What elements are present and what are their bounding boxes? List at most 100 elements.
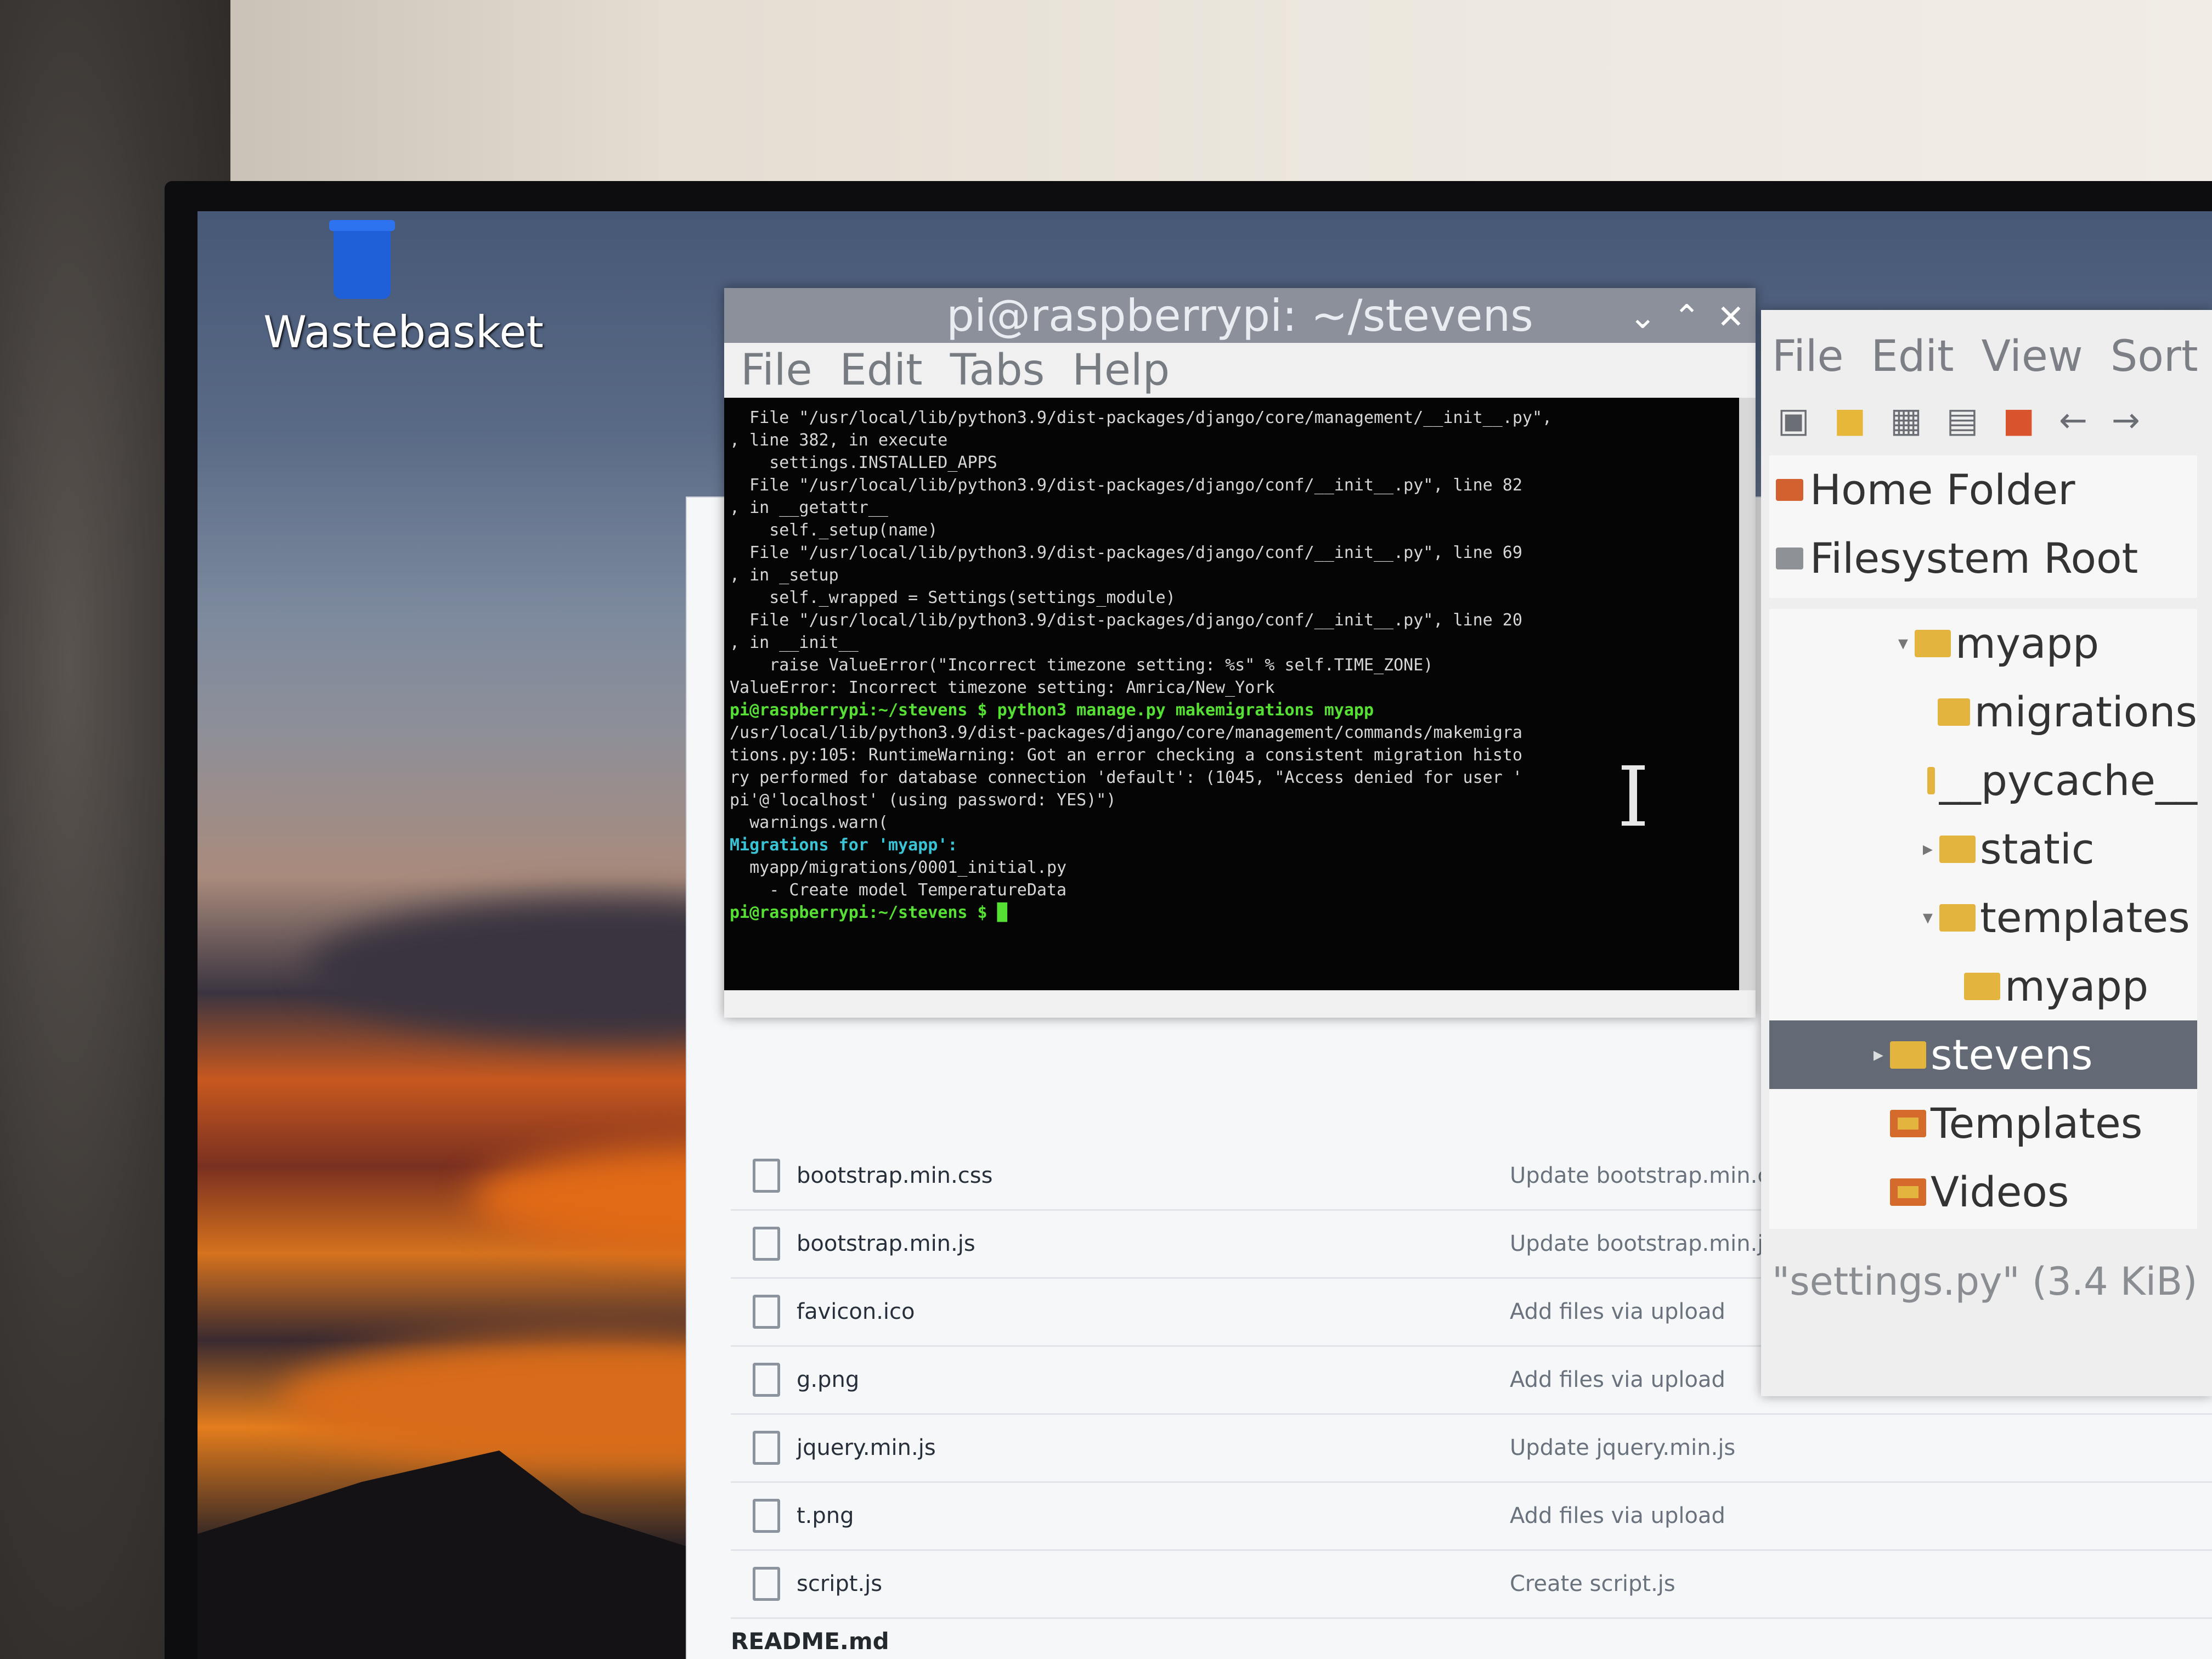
terminal-line: pi@raspberrypi:~/stevens $ █ <box>730 903 1007 922</box>
repo-file-name[interactable]: g.png <box>797 1367 1510 1392</box>
forward-arrow-icon[interactable]: → <box>2112 400 2140 440</box>
close-icon[interactable]: ✕ <box>1717 298 1745 336</box>
tree-item[interactable]: __pycache__ <box>1769 746 2197 815</box>
menu-help[interactable]: Help <box>1072 346 1170 395</box>
place-filesystem-root[interactable]: Filesystem Root <box>1769 524 2197 592</box>
text-cursor-icon <box>1622 765 1645 826</box>
list-view-icon[interactable]: ▤ <box>1946 400 1979 440</box>
fm-menu-sort[interactable]: Sort <box>2111 332 2198 381</box>
file-icon <box>753 1159 780 1193</box>
minimize-icon[interactable]: ⌄ <box>1629 298 1656 336</box>
folder-icon <box>1939 904 1976 932</box>
file-icon <box>753 1363 780 1397</box>
terminal-line: File "/usr/local/lib/python3.9/dist-pack… <box>730 543 1522 562</box>
terminal-line: ValueError: Incorrect timezone setting: … <box>730 678 1275 697</box>
terminal-output[interactable]: File "/usr/local/lib/python3.9/dist-pack… <box>724 398 1739 990</box>
tree-item-label: myapp <box>2005 962 2149 1011</box>
terminal-line: - Create model TemperatureData <box>730 881 1067 900</box>
tree-item-label: Templates <box>1931 1099 2143 1148</box>
desktop-screen: Wastebasket README.md bootstrap.min.css U… <box>198 211 2212 1659</box>
tree-item-label: stevens <box>1931 1030 2093 1079</box>
terminal-line: tions.py:105: RuntimeWarning: Got an err… <box>730 746 1522 765</box>
new-folder-icon[interactable]: ■ <box>1834 400 1866 440</box>
folder-icon <box>1890 1041 1926 1069</box>
new-window-icon[interactable]: ▣ <box>1778 400 1810 440</box>
tree-item-label: Videos <box>1931 1167 2069 1216</box>
folder-icon <box>1890 1178 1926 1206</box>
wastebasket-icon <box>329 220 395 299</box>
commit-message[interactable]: Update bootstrap.min.css <box>1510 1163 1792 1188</box>
terminal-line: , in __init__ <box>730 633 859 652</box>
menu-edit[interactable]: Edit <box>840 346 923 395</box>
places-panel: Home Folder Filesystem Root <box>1769 455 2197 598</box>
commit-message[interactable]: Create script.js <box>1510 1571 1675 1596</box>
repo-file-row[interactable]: jquery.min.js Update jquery.min.js <box>731 1414 2212 1483</box>
repo-file-row[interactable]: script.js Create script.js <box>731 1550 2212 1619</box>
home-icon[interactable]: ■ <box>2002 400 2035 440</box>
icon-view-icon[interactable]: ▦ <box>1890 400 1922 440</box>
file-manager-menubar: File Edit View Sort Go <box>1761 310 2212 387</box>
tree-item[interactable]: myapp <box>1769 952 2197 1020</box>
commit-message[interactable]: Update jquery.min.js <box>1510 1435 1735 1460</box>
tree-item-label: static <box>1980 825 2095 873</box>
terminal-line: warnings.warn( <box>730 813 888 832</box>
terminal-window[interactable]: pi@raspberrypi: ~/stevens ⌄ ⌃ ✕ File Edi… <box>724 288 1756 1018</box>
file-manager-status: "settings.py" (3.4 KiB) P <box>1772 1259 2212 1304</box>
desktop-icon-wastebasket[interactable]: Wastebasket <box>263 220 544 358</box>
tree-item[interactable]: ▸ static <box>1769 815 2197 883</box>
repo-file-name[interactable]: t.png <box>797 1503 1510 1528</box>
directory-tree: ▾ myapp migrations __pycache__ ▸ static ▾ templ… <box>1769 609 2197 1229</box>
readme-heading[interactable]: README.md <box>731 1628 889 1655</box>
terminal-line: , in _setup <box>730 566 839 585</box>
terminal-line: pi'@'localhost' (using password: YES)") <box>730 791 1116 810</box>
commit-message[interactable]: Add files via upload <box>1510 1503 1725 1528</box>
repo-file-name[interactable]: bootstrap.min.js <box>797 1231 1510 1256</box>
expander-arrow-icon[interactable]: ▾ <box>1893 632 1908 654</box>
file-manager-toolbar: ▣ ■ ▦ ▤ ■ ← → <box>1761 387 2212 453</box>
repo-file-row[interactable]: t.png Add files via upload <box>731 1482 2212 1551</box>
terminal-line: File "/usr/local/lib/python3.9/dist-pack… <box>730 408 1553 427</box>
folder-icon <box>1915 629 1951 657</box>
terminal-scrollbar[interactable] <box>1739 398 1756 990</box>
repo-file-name[interactable]: jquery.min.js <box>797 1435 1510 1460</box>
back-arrow-icon[interactable]: ← <box>2059 400 2087 440</box>
terminal-line: ry performed for database connection 'de… <box>730 768 1522 787</box>
terminal-titlebar[interactable]: pi@raspberrypi: ~/stevens ⌄ ⌃ ✕ <box>724 288 1756 343</box>
file-icon <box>753 1431 780 1465</box>
tree-item[interactable]: ▾ myapp <box>1769 609 2197 678</box>
terminal-line: File "/usr/local/lib/python3.9/dist-pack… <box>730 476 1522 495</box>
commit-message[interactable]: Add files via upload <box>1510 1299 1725 1324</box>
tree-item-label: migrations <box>1974 687 2197 736</box>
fm-menu-view[interactable]: View <box>1982 332 2083 381</box>
expander-arrow-icon[interactable]: ▾ <box>1917 906 1933 929</box>
tree-item[interactable]: ▾ templates <box>1769 883 2197 952</box>
place-home-folder[interactable]: Home Folder <box>1769 455 2197 524</box>
menu-tabs[interactable]: Tabs <box>950 346 1045 395</box>
file-icon <box>753 1295 780 1329</box>
maximize-icon[interactable]: ⌃ <box>1673 298 1700 336</box>
terminal-line: Migrations for 'myapp': <box>730 836 958 855</box>
expander-arrow-icon[interactable]: ▸ <box>1917 838 1933 860</box>
file-manager-window[interactable]: File Edit View Sort Go ▣ ■ ▦ ▤ ■ ← → Hom… <box>1761 310 2212 1396</box>
menu-file[interactable]: File <box>741 346 812 395</box>
tree-item-label: myapp <box>1955 619 2100 668</box>
tree-item-label: templates <box>1980 893 2190 942</box>
expander-arrow-icon[interactable]: ▸ <box>1868 1043 1883 1066</box>
tree-item[interactable]: ▸ stevens <box>1769 1020 2197 1089</box>
fm-menu-file[interactable]: File <box>1772 332 1844 381</box>
repo-file-name[interactable]: bootstrap.min.css <box>797 1163 1510 1188</box>
commit-message[interactable]: Update bootstrap.min.js <box>1510 1231 1775 1256</box>
tree-item[interactable]: migrations <box>1769 678 2197 746</box>
terminal-line: , in __getattr__ <box>730 498 888 517</box>
repo-file-name[interactable]: favicon.ico <box>797 1299 1510 1324</box>
tree-item[interactable]: Templates <box>1769 1089 2197 1158</box>
drive-icon <box>1776 547 1803 569</box>
repo-file-name[interactable]: script.js <box>797 1571 1510 1596</box>
fm-menu-edit[interactable]: Edit <box>1871 332 1954 381</box>
terminal-line: self._setup(name) <box>730 521 938 540</box>
commit-message[interactable]: Add files via upload <box>1510 1367 1725 1392</box>
tree-item[interactable]: Videos <box>1769 1158 2197 1226</box>
file-icon <box>753 1227 780 1261</box>
folder-icon <box>1927 766 1935 794</box>
terminal-line: self._wrapped = Settings(settings_module… <box>730 588 1176 607</box>
